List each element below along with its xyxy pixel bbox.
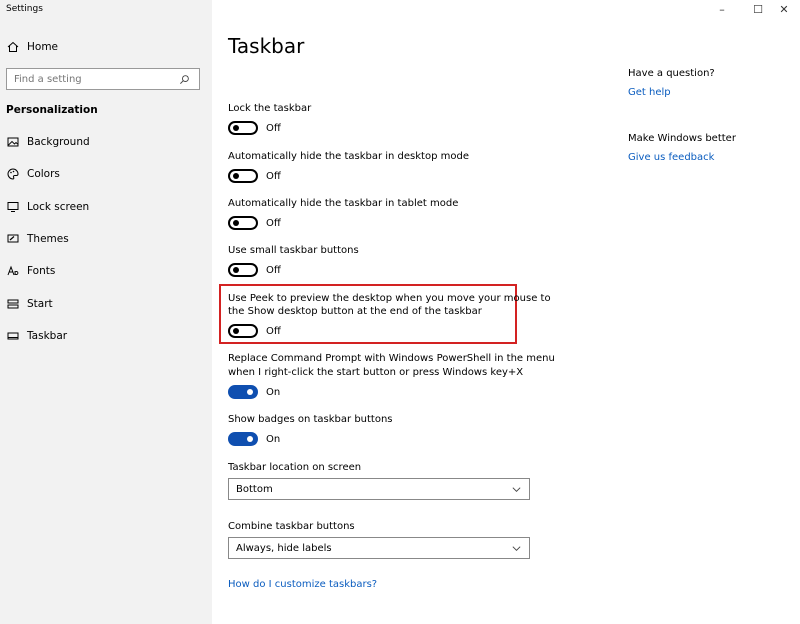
setting-label: the Show desktop button at the end of th… [228, 306, 482, 317]
toggle-knob [233, 328, 239, 334]
monitor-icon [6, 200, 20, 214]
location-dropdown[interactable]: Bottom [228, 478, 530, 500]
setting-label: Use small taskbar buttons [228, 245, 359, 256]
small-buttons-toggle-row: Off [228, 263, 281, 277]
minimize-button[interactable]: – [704, 0, 740, 18]
toggle-knob [233, 267, 239, 273]
brush-icon [6, 232, 20, 246]
dropdown-value: Always, hide labels [236, 542, 332, 554]
customize-help-link[interactable]: How do I customize taskbars? [228, 579, 377, 590]
toggle-state: Off [266, 122, 281, 134]
search-input[interactable] [7, 73, 177, 85]
font-icon [6, 264, 20, 278]
give-feedback-link[interactable]: Give us feedback [628, 152, 714, 163]
app-title: Settings [6, 4, 43, 14]
combine-dropdown[interactable]: Always, hide labels [228, 537, 530, 559]
settings-window: Settings Home Personalization Background [0, 0, 800, 624]
toggle-state: Off [266, 264, 281, 276]
toggle-knob [247, 389, 253, 395]
small-buttons-toggle[interactable] [228, 263, 258, 277]
close-button[interactable]: ✕ [766, 0, 800, 18]
sidebar-item-label: Taskbar [27, 330, 68, 342]
toggle-state: Off [266, 170, 281, 182]
sidebar-item-start[interactable]: Start [0, 291, 212, 317]
sidebar-item-label: Fonts [27, 265, 56, 277]
sidebar-item-taskbar[interactable]: Taskbar [0, 323, 212, 349]
sidebar-item-label: Home [27, 41, 59, 53]
peek-toggle[interactable] [228, 324, 258, 338]
setting-label: Replace Command Prompt with Windows Powe… [228, 353, 555, 364]
dropdown-value: Bottom [236, 483, 273, 495]
close-icon: ✕ [779, 2, 789, 16]
sidebar-item-home[interactable]: Home [0, 34, 212, 60]
setting-label: when I right-click the start button or p… [228, 367, 524, 378]
maximize-icon: ☐ [753, 2, 763, 16]
autohide-desktop-toggle-row: Off [228, 169, 281, 183]
powershell-toggle-row: On [228, 385, 280, 399]
toggle-state: Off [266, 325, 281, 337]
toggle-knob [233, 173, 239, 179]
setting-label: Automatically hide the taskbar in deskto… [228, 151, 469, 162]
page-title: Taskbar [228, 34, 305, 58]
toggle-knob [233, 220, 239, 226]
powershell-toggle[interactable] [228, 385, 258, 399]
taskbar-icon [6, 329, 20, 343]
combine-label: Combine taskbar buttons [228, 521, 355, 532]
toggle-state: On [266, 433, 281, 445]
setting-label: Show badges on taskbar buttons [228, 414, 393, 425]
chevron-down-icon [511, 480, 522, 499]
sidebar-item-label: Background [27, 136, 90, 148]
start-grid-icon [6, 297, 20, 311]
sidebar: Settings Home Personalization Background [0, 0, 212, 624]
sidebar-item-fonts[interactable]: Fonts [0, 258, 212, 284]
location-label: Taskbar location on screen [228, 462, 362, 473]
search-box[interactable] [6, 68, 200, 90]
lock-taskbar-toggle[interactable] [228, 121, 258, 135]
chevron-down-icon [511, 539, 522, 558]
setting-label: Use Peek to preview the desktop when you… [228, 293, 551, 304]
get-help-link[interactable]: Get help [628, 87, 671, 98]
toggle-knob [247, 436, 253, 442]
palette-icon [6, 167, 20, 181]
sidebar-item-lock-screen[interactable]: Lock screen [0, 194, 212, 220]
sidebar-item-label: Themes [27, 233, 69, 245]
setting-label: Lock the taskbar [228, 103, 312, 114]
setting-label: Automatically hide the taskbar in tablet… [228, 198, 459, 209]
toggle-state: Off [266, 217, 281, 229]
autohide-desktop-toggle[interactable] [228, 169, 258, 183]
minimize-icon: – [719, 2, 725, 16]
lock-taskbar-toggle-row: Off [228, 121, 281, 135]
autohide-tablet-toggle[interactable] [228, 216, 258, 230]
sidebar-item-themes[interactable]: Themes [0, 226, 212, 252]
feedback-title: Make Windows better [628, 133, 736, 144]
section-title: Personalization [6, 104, 98, 116]
autohide-tablet-toggle-row: Off [228, 216, 281, 230]
badges-toggle[interactable] [228, 432, 258, 446]
sidebar-item-label: Start [27, 298, 53, 310]
sidebar-item-label: Colors [27, 168, 60, 180]
sidebar-item-label: Lock screen [27, 201, 90, 213]
badges-toggle-row: On [228, 432, 280, 446]
sidebar-item-background[interactable]: Background [0, 129, 212, 155]
search-icon[interactable] [177, 72, 191, 86]
image-icon [6, 135, 20, 149]
sidebar-item-colors[interactable]: Colors [0, 161, 212, 187]
toggle-state: On [266, 386, 281, 398]
question-title: Have a question? [628, 68, 715, 79]
peek-toggle-row: Off [228, 324, 281, 338]
home-icon [6, 40, 20, 54]
toggle-knob [233, 125, 239, 131]
